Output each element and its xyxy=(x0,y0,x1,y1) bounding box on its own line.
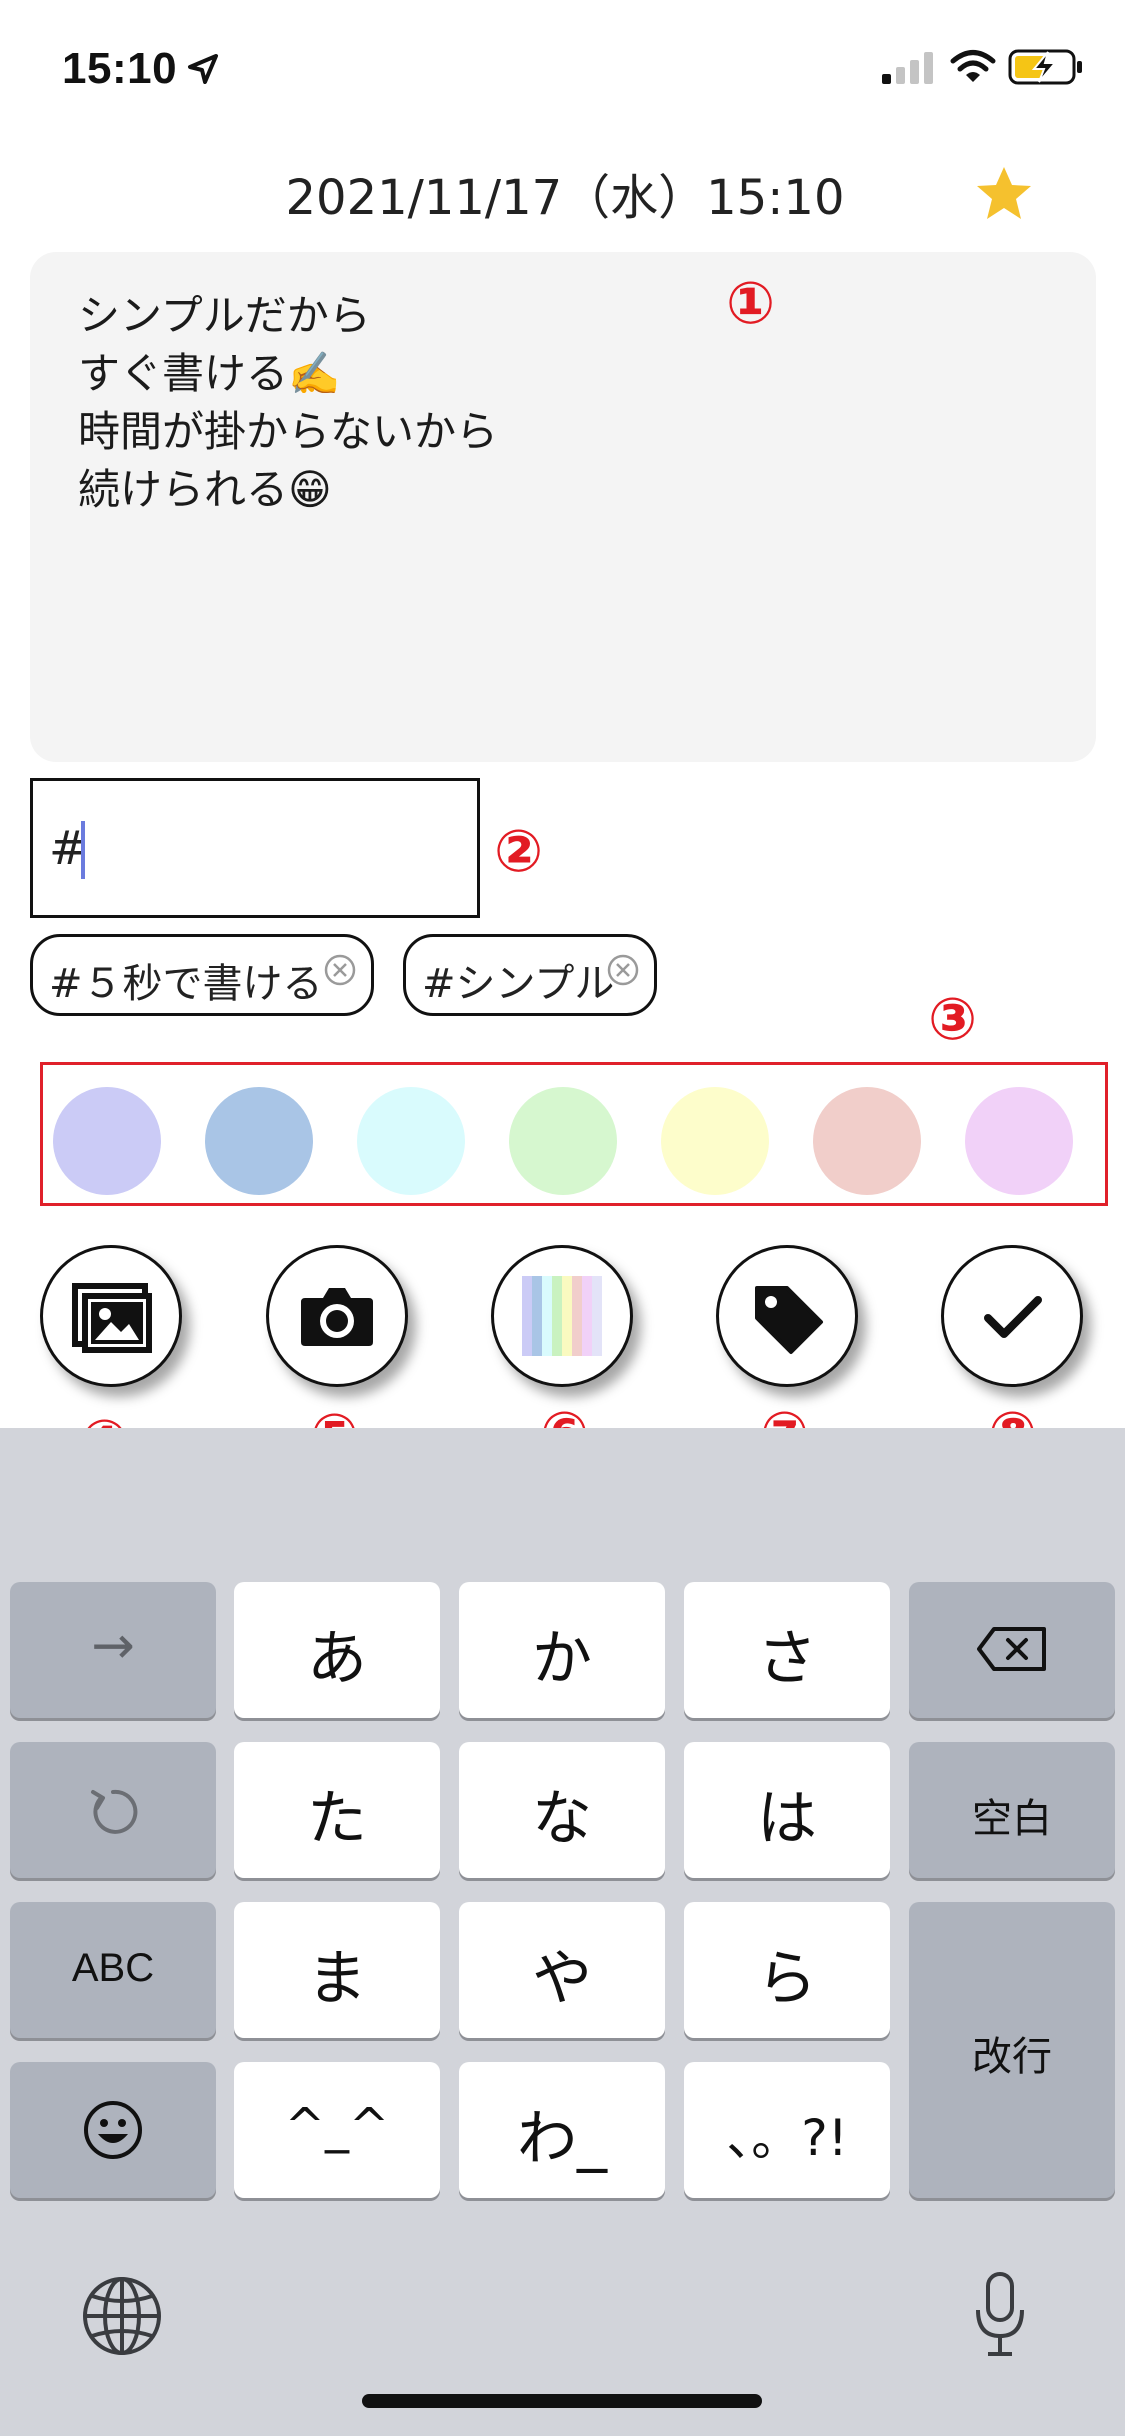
memo-text-area[interactable]: シンプルだから すぐ書ける✍️ 時間が掛からないから 続けられる😁 xyxy=(30,252,1096,762)
tag-chip[interactable]: #５秒で書ける xyxy=(30,934,374,1016)
key-a[interactable]: あ xyxy=(234,1582,440,1718)
memo-line: 時間が掛からないから xyxy=(78,407,499,456)
color-swatch-blue[interactable] xyxy=(205,1087,313,1195)
status-time: 15:10 xyxy=(62,44,178,93)
status-bar: 15:10 xyxy=(0,0,1125,140)
key-ma[interactable]: ま xyxy=(234,1902,440,2038)
color-swatch-cyan[interactable] xyxy=(357,1087,465,1195)
checkmark-icon xyxy=(984,1296,1042,1338)
key-wa[interactable]: わ_ xyxy=(459,2062,665,2198)
star-icon[interactable] xyxy=(974,164,1034,224)
tag-chip[interactable]: #シンプル xyxy=(403,934,657,1016)
annotation-marker-2: ② xyxy=(494,817,544,885)
save-button[interactable] xyxy=(941,1245,1083,1387)
battery-charging-icon xyxy=(1008,49,1082,85)
japanese-keyboard: → あ か さ た な は 空白 ABC ま や ら 改行 ^_^ わ_ 、。?… xyxy=(0,1428,1125,2436)
key-abc[interactable]: ABC xyxy=(10,1902,216,2038)
key-space[interactable]: 空白 xyxy=(909,1742,1115,1878)
color-palette-icon xyxy=(522,1276,602,1356)
memo-datetime: 2021/11/17（水）15:10 xyxy=(285,170,845,226)
key-ra[interactable]: ら xyxy=(684,1902,890,2038)
key-ha[interactable]: は xyxy=(684,1742,890,1878)
color-swatch-pink[interactable] xyxy=(813,1087,921,1195)
add-image-button[interactable] xyxy=(40,1245,182,1387)
memo-line: 続けられる😁 xyxy=(78,465,332,514)
key-ta[interactable]: た xyxy=(234,1742,440,1878)
key-ya[interactable]: や xyxy=(459,1902,665,2038)
key-delete[interactable] xyxy=(909,1582,1115,1718)
text-caret xyxy=(81,821,85,879)
tag-chip-label: #シンプル xyxy=(422,961,615,1007)
remove-tag-icon[interactable] xyxy=(606,953,640,987)
camera-button[interactable] xyxy=(266,1245,408,1387)
cellular-signal-icon xyxy=(882,52,933,84)
color-swatch-violet[interactable] xyxy=(965,1087,1073,1195)
annotation-marker-1: ① xyxy=(726,269,776,337)
add-tag-button[interactable] xyxy=(716,1245,858,1387)
color-swatch-yellow[interactable] xyxy=(661,1087,769,1195)
gallery-icon xyxy=(72,1283,152,1353)
key-punctuation[interactable]: 、。?! xyxy=(684,2062,890,2198)
color-palette xyxy=(40,1062,1108,1206)
tag-icon xyxy=(755,1286,823,1354)
delete-backspace-icon xyxy=(977,1627,1046,1671)
key-emoji[interactable] xyxy=(10,2062,216,2198)
key-na[interactable]: な xyxy=(459,1742,665,1878)
key-kaomoji[interactable]: ^_^ xyxy=(234,2062,440,2198)
color-swatch-lavender[interactable] xyxy=(53,1087,161,1195)
tag-chip-label: #５秒で書ける xyxy=(49,961,323,1007)
wifi-icon xyxy=(950,50,996,82)
key-sa[interactable]: さ xyxy=(684,1582,890,1718)
globe-icon[interactable] xyxy=(80,2274,164,2358)
location-arrow-icon xyxy=(188,54,218,84)
microphone-icon[interactable] xyxy=(970,2270,1030,2360)
annotation-marker-3: ③ xyxy=(928,985,978,1053)
memo-line: シンプルだから xyxy=(78,291,371,340)
tag-input-field[interactable]: # xyxy=(30,778,480,918)
emoji-icon xyxy=(84,2101,142,2159)
key-next-arrow[interactable]: → xyxy=(10,1582,216,1718)
undo-icon xyxy=(91,1789,138,1834)
key-return[interactable]: 改行 xyxy=(909,1902,1115,2198)
color-palette-button[interactable] xyxy=(491,1245,633,1387)
key-undo[interactable] xyxy=(10,1742,216,1878)
memo-line: すぐ書ける✍️ xyxy=(78,349,341,398)
home-indicator[interactable] xyxy=(362,2394,762,2408)
camera-icon xyxy=(301,1288,373,1346)
remove-tag-icon[interactable] xyxy=(323,953,357,987)
key-ka[interactable]: か xyxy=(459,1582,665,1718)
color-swatch-green[interactable] xyxy=(509,1087,617,1195)
